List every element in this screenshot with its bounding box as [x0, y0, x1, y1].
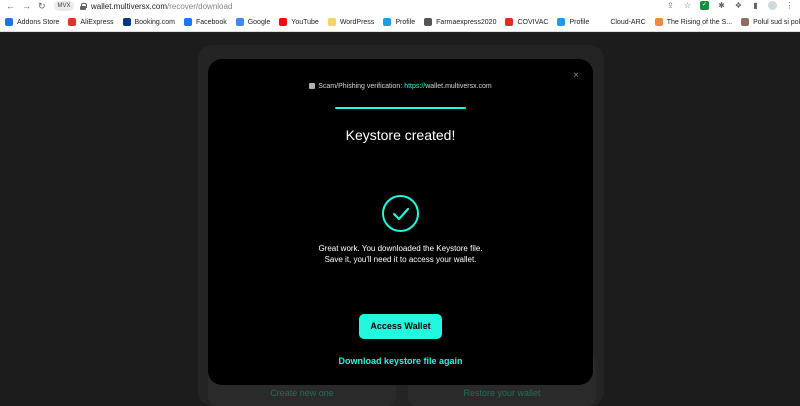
bookmark-label: WordPress — [339, 18, 375, 26]
bookmark-favicon-icon — [741, 18, 750, 26]
bookmark-item[interactable]: Farmaexpress2020 — [424, 18, 496, 26]
bookmark-favicon-icon — [598, 18, 607, 26]
extension-icon[interactable]: ✱ — [717, 1, 726, 10]
address-bar[interactable]: MVX wallet.multiversx.com /recover/downl… — [54, 0, 654, 12]
bookmark-label: YouTube — [291, 18, 319, 26]
bookmark-item[interactable]: YouTube — [279, 18, 319, 26]
share-icon[interactable]: ⇪ — [666, 1, 675, 10]
profile-avatar[interactable] — [768, 1, 777, 10]
bookmark-label: Polul sud si polul n... — [753, 18, 800, 26]
back-arrow-icon[interactable]: ← — [6, 1, 15, 11]
extension-shield-icon[interactable]: ✓ — [700, 1, 709, 10]
bookmark-favicon-icon — [383, 18, 392, 26]
bookmark-item[interactable]: Profile — [383, 18, 415, 26]
bookmark-item[interactable]: AliExpress — [68, 18, 114, 26]
bookmark-item[interactable]: WordPress — [327, 18, 375, 26]
bookmark-favicon-icon — [654, 18, 663, 26]
bookmark-label: AliExpress — [80, 18, 114, 26]
lock-icon — [309, 83, 316, 89]
download-again-link[interactable]: Download keystore file again — [208, 356, 593, 366]
modal-title: Keystore created! — [345, 127, 456, 143]
lock-icon — [80, 2, 87, 10]
access-wallet-button[interactable]: Access Wallet — [359, 314, 442, 339]
reload-icon[interactable]: ↻ — [38, 1, 46, 11]
scam-domain: wallet.multiversx.com — [425, 83, 492, 90]
bookmark-label: Profile — [569, 18, 590, 26]
bookmark-favicon-icon — [235, 18, 244, 26]
keystore-modal: × Scam/Phishing verification: https://wa… — [208, 59, 593, 385]
url-host: wallet.multiversx.com — [91, 1, 168, 11]
menu-icon[interactable]: ⋮ — [785, 1, 794, 10]
bookmark-item[interactable]: Facebook — [183, 18, 227, 26]
success-check-icon — [382, 195, 419, 232]
bookmark-favicon-icon — [279, 18, 288, 26]
forward-arrow-icon[interactable]: → — [22, 1, 31, 11]
bookmark-label: Facebook — [195, 18, 227, 26]
close-icon[interactable]: × — [573, 70, 579, 81]
toolbar-right-icons: ⇪ ☆ ✓ ✱ ❖ ▮ ⋮ — [666, 1, 794, 10]
success-message: Great work. You downloaded the Keystore … — [208, 243, 593, 265]
bookmark-label: Profile — [395, 18, 416, 26]
bookmark-label: Google — [247, 18, 271, 26]
browser-toolbar: ← → ↻ MVX wallet.multiversx.com /recover… — [0, 0, 800, 13]
bookmark-favicon-icon — [327, 18, 336, 26]
bookmark-label: Farmaexpress2020 — [436, 18, 497, 26]
bookmark-favicon-icon — [505, 18, 514, 26]
bookmark-item[interactable]: COVIVAC — [505, 18, 548, 26]
progress-bar — [335, 107, 466, 109]
checkmark-icon — [392, 207, 410, 221]
bookmark-item[interactable]: Polul sud si polul n... — [741, 18, 800, 26]
bookmark-favicon-icon — [68, 18, 77, 26]
scam-verification: Scam/Phishing verification: https://wall… — [208, 83, 593, 90]
bookmark-favicon-icon — [122, 18, 131, 26]
scam-prefix: Scam/Phishing verification: — [318, 83, 405, 90]
bookmark-item[interactable]: Cloud-ARC — [598, 18, 646, 26]
site-info-chip[interactable]: MVX — [54, 1, 74, 11]
bookmark-label: The Rising of the S... — [666, 18, 733, 26]
puzzle-icon[interactable]: ❖ — [734, 1, 743, 10]
bookmarks-bar: Addons Store AliExpress Booking.com Faceboo… — [0, 13, 800, 32]
bookmark-label: COVIVAC — [517, 18, 549, 26]
side-panel-icon[interactable]: ▮ — [751, 1, 760, 10]
scam-https: https:// — [404, 83, 426, 90]
bookmark-label: Addons Store — [17, 18, 60, 26]
bookmark-item[interactable]: Booking.com — [122, 18, 175, 26]
bookmark-favicon-icon — [424, 18, 433, 26]
bookmark-label: Cloud-ARC — [610, 18, 646, 26]
url-path: /recover/download — [167, 1, 233, 11]
star-icon[interactable]: ☆ — [683, 1, 692, 10]
bookmark-favicon-icon — [183, 18, 192, 26]
bookmark-favicon-icon — [5, 18, 13, 26]
bookmark-item[interactable]: Profile — [557, 18, 589, 26]
bookmark-item[interactable]: Google — [235, 18, 271, 26]
bookmark-favicon-icon — [557, 18, 566, 26]
message-line-1: Great work. You downloaded the Keystore … — [318, 244, 483, 253]
bookmark-item[interactable]: The Rising of the S... — [654, 18, 733, 26]
message-line-2: Save it, you'll need it to access your w… — [324, 255, 477, 264]
bookmark-label: Booking.com — [134, 18, 175, 26]
bookmark-item[interactable]: Addons Store — [5, 18, 59, 26]
